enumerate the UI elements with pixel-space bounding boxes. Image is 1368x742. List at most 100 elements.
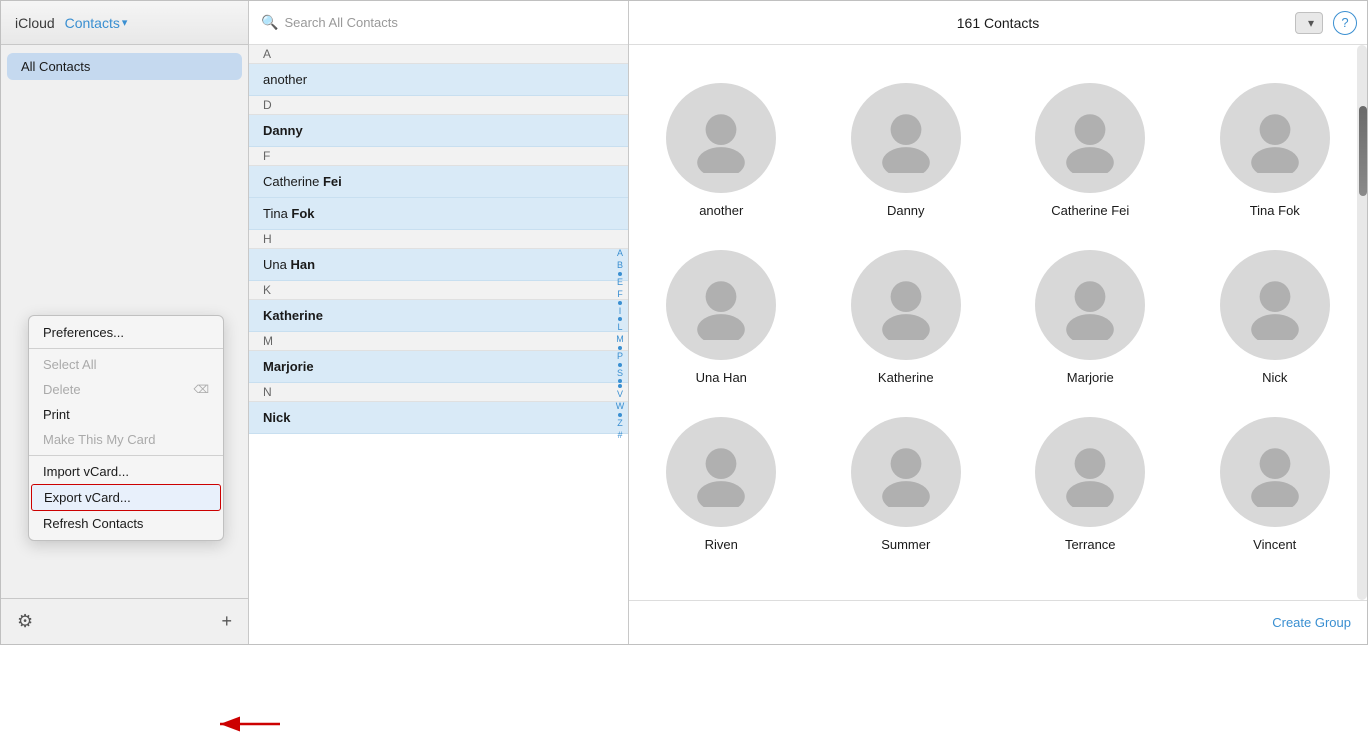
alpha-v[interactable]: V: [617, 389, 623, 400]
avatar-riven: [666, 417, 776, 527]
help-button[interactable]: ?: [1333, 11, 1357, 35]
contact-card-terrance[interactable]: Terrance: [998, 399, 1183, 566]
avatar-catherine-fei: [1035, 83, 1145, 193]
section-header-n: N: [249, 383, 628, 402]
alpha-e[interactable]: E: [617, 277, 623, 288]
section-header-f: F: [249, 147, 628, 166]
alpha-dot-1: [618, 272, 622, 276]
contact-card-summer[interactable]: Summer: [814, 399, 999, 566]
avatar-icon-vincent: [1240, 437, 1310, 507]
contact-name-terrance: Terrance: [1065, 537, 1116, 552]
avatar-icon-una-han: [686, 270, 756, 340]
sidebar-item-all-contacts[interactable]: All Contacts: [7, 53, 242, 80]
app-container: iCloud Contacts ▾ All Contacts ⚙ + Prefe…: [0, 0, 1368, 645]
avatar-icon-danny: [871, 103, 941, 173]
alpha-dot-8: [618, 413, 622, 417]
alpha-i[interactable]: I: [619, 306, 622, 317]
avatar-icon-catherine-fei: [1055, 103, 1125, 173]
contacts-count: 161 Contacts: [957, 15, 1040, 31]
alpha-z[interactable]: Z: [617, 418, 623, 429]
contact-card-marjorie[interactable]: Marjorie: [998, 232, 1183, 399]
avatar-icon-riven: [686, 437, 756, 507]
search-bar: 🔍: [249, 1, 628, 45]
main-panel: 161 Contacts ▾ ? anothe: [629, 1, 1367, 644]
contact-card-katherine[interactable]: Katherine: [814, 232, 999, 399]
contact-name-katherine: Katherine: [878, 370, 934, 385]
alpha-b[interactable]: B: [617, 260, 623, 271]
contact-name-vincent: Vincent: [1253, 537, 1296, 552]
alpha-hash[interactable]: #: [617, 430, 622, 441]
avatar-icon-summer: [871, 437, 941, 507]
contacts-dropdown-arrow[interactable]: ▾: [122, 16, 128, 29]
contact-name-riven: Riven: [705, 537, 738, 552]
contact-card-another[interactable]: another: [629, 65, 814, 232]
menu-item-import-vcard[interactable]: Import vCard...: [29, 459, 223, 484]
menu-item-print[interactable]: Print: [29, 402, 223, 427]
search-icon: 🔍: [261, 14, 278, 31]
add-button[interactable]: +: [217, 607, 236, 636]
menu-item-refresh-contacts[interactable]: Refresh Contacts: [29, 511, 223, 536]
contact-card-danny[interactable]: Danny: [814, 65, 999, 232]
search-input[interactable]: [284, 15, 616, 30]
create-group-button[interactable]: Create Group: [1272, 615, 1351, 630]
contact-card-vincent[interactable]: Vincent: [1183, 399, 1368, 566]
alpha-p[interactable]: P: [617, 351, 623, 362]
alpha-dot-5: [618, 363, 622, 367]
menu-item-make-my-card[interactable]: Make This My Card: [29, 427, 223, 452]
avatar-danny: [851, 83, 961, 193]
scrollbar-track[interactable]: [1357, 45, 1367, 600]
avatar-icon-tina-fok: [1240, 103, 1310, 173]
avatar-summer: [851, 417, 961, 527]
icloud-label: iCloud: [15, 15, 55, 31]
section-header-h: H: [249, 230, 628, 249]
alpha-dot-2: [618, 301, 622, 305]
alpha-m[interactable]: M: [616, 334, 624, 345]
avatar-icon-nick: [1240, 270, 1310, 340]
alpha-w[interactable]: W: [616, 401, 625, 412]
sort-dropdown[interactable]: ▾: [1295, 12, 1323, 34]
menu-item-delete[interactable]: Delete ⌫: [29, 377, 223, 402]
label-separator: [58, 15, 62, 31]
contact-name-danny: Danny: [887, 203, 925, 218]
contact-list-panel: 🔍 A another D Danny F Catherine Fei Tina…: [249, 1, 629, 644]
context-menu: Preferences... Select All Delete ⌫ Print…: [28, 315, 224, 541]
list-item-nick[interactable]: Nick: [249, 402, 628, 434]
contact-name-tina-fok: Tina Fok: [1250, 203, 1300, 218]
list-item-tina-fok[interactable]: Tina Fok: [249, 198, 628, 230]
contacts-label: Contacts: [65, 15, 120, 31]
menu-separator-2: [29, 455, 223, 456]
contact-card-riven[interactable]: Riven: [629, 399, 814, 566]
contact-card-nick[interactable]: Nick: [1183, 232, 1368, 399]
alpha-a[interactable]: A: [617, 248, 623, 259]
sidebar-header: iCloud Contacts ▾: [1, 1, 248, 45]
main-footer: Create Group: [629, 600, 1367, 644]
cards-container: another Danny: [629, 45, 1367, 600]
alpha-s[interactable]: S: [617, 368, 623, 379]
contact-card-catherine-fei[interactable]: Catherine Fei: [998, 65, 1183, 232]
alpha-f[interactable]: F: [617, 289, 623, 300]
contact-card-una-han[interactable]: Una Han: [629, 232, 814, 399]
list-item-another[interactable]: another: [249, 64, 628, 96]
alpha-dot-4: [618, 346, 622, 350]
alpha-l[interactable]: L: [617, 322, 622, 333]
avatar-marjorie: [1035, 250, 1145, 360]
section-header-d: D: [249, 96, 628, 115]
list-item-una-han[interactable]: Una Han: [249, 249, 628, 281]
avatar-vincent: [1220, 417, 1330, 527]
avatar-another: [666, 83, 776, 193]
contact-name-marjorie: Marjorie: [1067, 370, 1114, 385]
gear-button[interactable]: ⚙: [13, 607, 37, 636]
menu-item-export-vcard[interactable]: Export vCard...: [31, 484, 221, 511]
contact-card-tina-fok[interactable]: Tina Fok: [1183, 65, 1368, 232]
list-item-katherine[interactable]: Katherine: [249, 300, 628, 332]
menu-separator-1: [29, 348, 223, 349]
list-item-catherine-fei[interactable]: Catherine Fei: [249, 166, 628, 198]
alpha-dot-6: [618, 379, 622, 383]
avatar-icon-katherine: [871, 270, 941, 340]
menu-item-select-all[interactable]: Select All: [29, 352, 223, 377]
avatar-icon-terrance: [1055, 437, 1125, 507]
list-item-danny[interactable]: Danny: [249, 115, 628, 147]
scrollbar-thumb[interactable]: [1359, 106, 1367, 196]
list-item-marjorie[interactable]: Marjorie: [249, 351, 628, 383]
menu-item-preferences[interactable]: Preferences...: [29, 320, 223, 345]
